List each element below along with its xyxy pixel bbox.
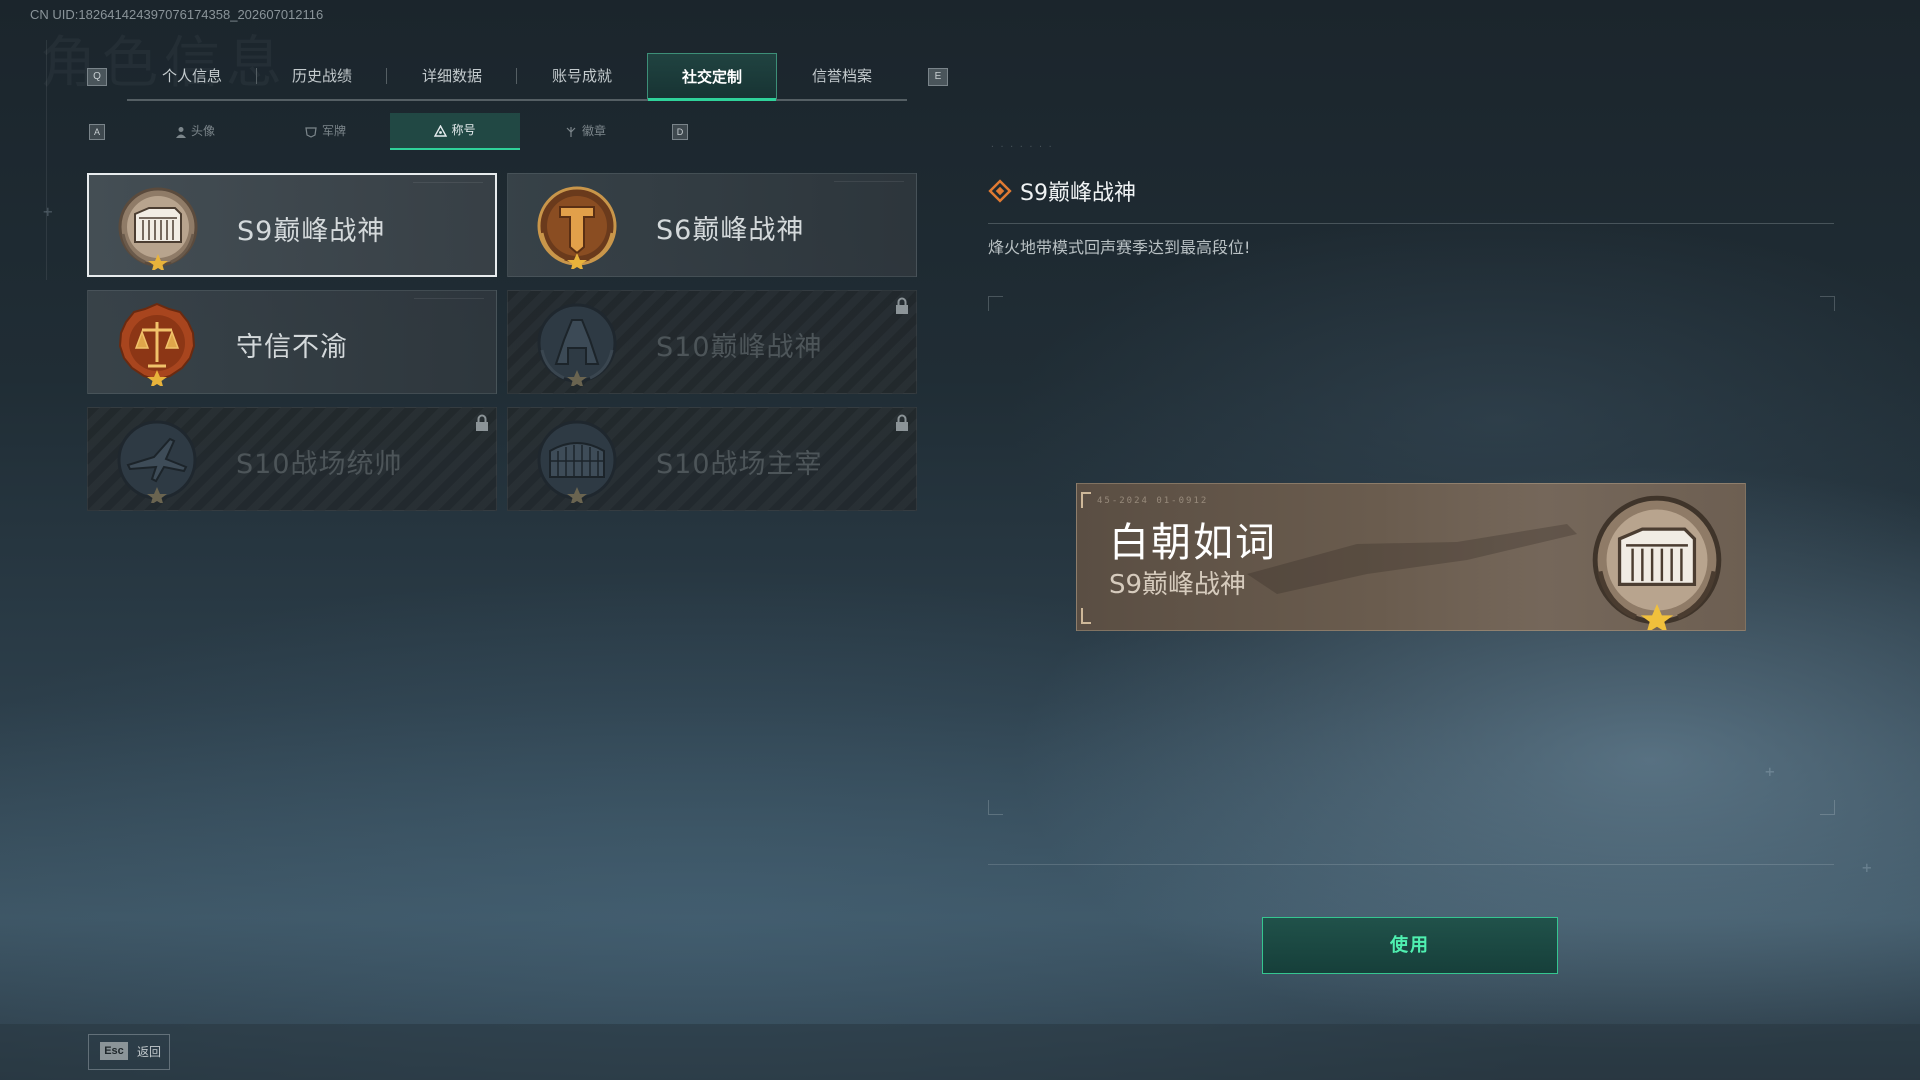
- t-emblem-badge-icon: [537, 186, 617, 269]
- player-name: 白朝如词: [1109, 520, 1277, 566]
- subtab-emblem[interactable]: 徽章: [520, 113, 650, 150]
- triangle-icon: [434, 124, 448, 137]
- frame-corner: [988, 296, 1003, 311]
- title-card-s10-dominator[interactable]: S10战场主宰: [507, 407, 917, 511]
- title-card-s6-peak[interactable]: S6巅峰战神: [507, 173, 917, 277]
- decor-mark: · · · · · · ·: [990, 142, 1053, 151]
- tower-badge-icon: [537, 303, 617, 386]
- esc-key-hint[interactable]: Esc: [100, 1042, 128, 1060]
- crosshair-decor-icon: +: [1862, 858, 1872, 877]
- nameplate-title: S9巅峰战神: [1109, 570, 1247, 600]
- aircraft-badge-icon: [117, 420, 197, 503]
- nameplate-code: 45-2024 01-0912: [1097, 496, 1209, 506]
- main-tab-bar: 个人信息 历史战绩 详细数据 账号成就 社交定制 信誉档案: [127, 53, 907, 101]
- diamond-marker-icon: [988, 179, 1012, 203]
- decor-line: [46, 40, 47, 280]
- tab-social-customization[interactable]: 社交定制: [647, 53, 777, 101]
- tab-credit-record[interactable]: 信誉档案: [777, 53, 907, 99]
- weapon-silhouette-decor: [1247, 524, 1577, 594]
- frame-corner: [1820, 296, 1835, 311]
- subtab-dogtag[interactable]: 军牌: [260, 113, 390, 150]
- card-decor-line: [413, 182, 483, 187]
- title-name: S10战场统帅: [236, 449, 403, 480]
- frame-corner: [988, 800, 1003, 815]
- title-card-s10-commander[interactable]: S10战场统帅: [87, 407, 497, 511]
- card-decor-line: [834, 181, 904, 186]
- title-card-s10-peak[interactable]: S10巅峰战神: [507, 290, 917, 394]
- next-tab-key-hint[interactable]: E: [928, 68, 948, 86]
- title-name: S10战场主宰: [656, 449, 823, 480]
- card-decor-line: [414, 298, 484, 303]
- lock-icon: [476, 414, 488, 431]
- back-label: 返回: [137, 1045, 162, 1059]
- lock-icon: [896, 297, 908, 314]
- title-name: S6巅峰战神: [656, 215, 805, 246]
- title-card-s9-peak[interactable]: S9巅峰战神: [87, 173, 497, 277]
- building-badge-icon: [118, 187, 198, 270]
- title-card-keep-faith[interactable]: 守信不渝: [87, 290, 497, 394]
- person-icon: [175, 126, 186, 138]
- prev-subtab-key-hint[interactable]: A: [89, 124, 105, 140]
- detail-title-text: S9巅峰战神: [1020, 181, 1136, 206]
- divider: [988, 864, 1834, 865]
- emblem-icon: [566, 126, 576, 137]
- nameplate-preview: 45-2024 01-0912 白朝如词 S9巅峰战神: [1076, 483, 1746, 631]
- bracket-decor: [1081, 608, 1091, 624]
- bottom-bar: [0, 1024, 1920, 1080]
- title-name: 守信不渝: [236, 332, 348, 363]
- subtab-title[interactable]: 称号: [390, 113, 520, 150]
- title-name: S9巅峰战神: [237, 216, 386, 247]
- detail-title: S9巅峰战神: [988, 175, 1136, 207]
- frame-corner: [1820, 800, 1835, 815]
- subtab-avatar[interactable]: 头像: [130, 113, 260, 150]
- next-subtab-key-hint[interactable]: D: [672, 124, 688, 140]
- colosseum-badge-icon: [537, 420, 617, 503]
- sub-tab-bar: 头像 军牌 称号 徽章: [130, 113, 650, 150]
- bracket-decor: [1081, 492, 1091, 508]
- prev-tab-key-hint[interactable]: Q: [87, 68, 107, 86]
- lock-icon: [896, 414, 908, 431]
- crosshair-decor-icon: +: [43, 202, 53, 221]
- divider: [988, 223, 1834, 224]
- dogtag-icon: [305, 126, 317, 138]
- detail-description: 烽火地带模式回声赛季达到最高段位!: [988, 238, 1251, 257]
- use-button[interactable]: 使用: [1262, 917, 1558, 974]
- tab-account-achievements[interactable]: 账号成就: [517, 53, 647, 99]
- title-name: S10巅峰战神: [656, 332, 823, 363]
- scales-badge-icon: [118, 302, 196, 386]
- tab-detailed-stats[interactable]: 详细数据: [387, 53, 517, 99]
- crosshair-decor-icon: +: [1765, 762, 1775, 781]
- building-badge-icon: [1592, 495, 1722, 630]
- tab-personal-info[interactable]: 个人信息: [127, 53, 257, 99]
- tab-match-history[interactable]: 历史战绩: [257, 53, 387, 99]
